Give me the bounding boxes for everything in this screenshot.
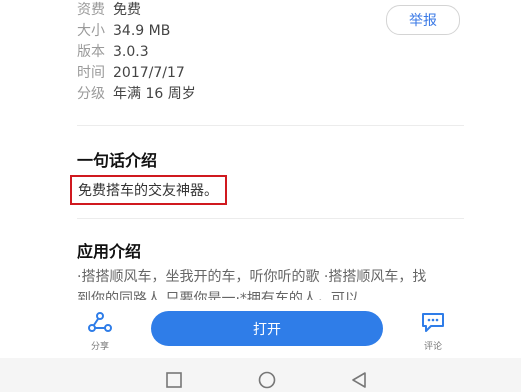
info-row-price: 资费 免费 [77,0,196,21]
info-value: 免费 [113,2,141,18]
info-value: 34.9 MB [113,23,171,39]
info-key: 大小 [77,23,105,39]
info-row-version: 版本 3.0.3 [77,42,196,63]
comment-label: 评论 [423,342,442,352]
info-row-rating: 分级 年满 16 周岁 [77,84,196,105]
divider [77,125,464,126]
info-value: 3.0.3 [113,44,149,60]
info-value: 2017/7/17 [113,65,185,81]
share-label: 分享 [90,342,109,352]
tagline-text: 免费搭车的交友神器。 [70,175,227,205]
info-key: 资费 [77,2,105,18]
info-key: 版本 [77,44,105,60]
app-info: 资费 免费 大小 34.9 MB 版本 3.0.3 时间 2017/7/17 分… [77,0,196,105]
intro-line: ·搭搭顺风车，坐我开的车，听你听的歌 ·搭搭顺风车，找 [77,269,427,285]
info-row-date: 时间 2017/7/17 [77,63,196,84]
open-button[interactable]: 打开 [151,311,383,346]
intro-title: 应用介绍 [77,242,142,261]
triangle-icon[interactable] [350,371,368,389]
info-key: 时间 [77,65,105,81]
intro-text: ·搭搭顺风车，坐我开的车，听你听的歌 ·搭搭顺风车，找 到你的同路人 只要你是一… [77,266,452,300]
comment-button[interactable]: 评论 [418,311,448,352]
tagline-title: 一句话介绍 [77,151,158,170]
share-button[interactable]: 分享 [85,311,115,352]
report-button[interactable]: 举报 [386,5,460,35]
circle-icon[interactable] [257,371,277,389]
intro-line: 到你的同路人 只要你是一·*拥有车的人，可以 [77,291,359,300]
comment-icon [422,313,444,332]
share-icon [88,312,112,332]
info-row-size: 大小 34.9 MB [77,21,196,42]
square-icon[interactable] [165,371,183,389]
info-value: 年满 16 周岁 [113,86,196,102]
divider [77,218,464,219]
info-key: 分级 [77,86,105,102]
